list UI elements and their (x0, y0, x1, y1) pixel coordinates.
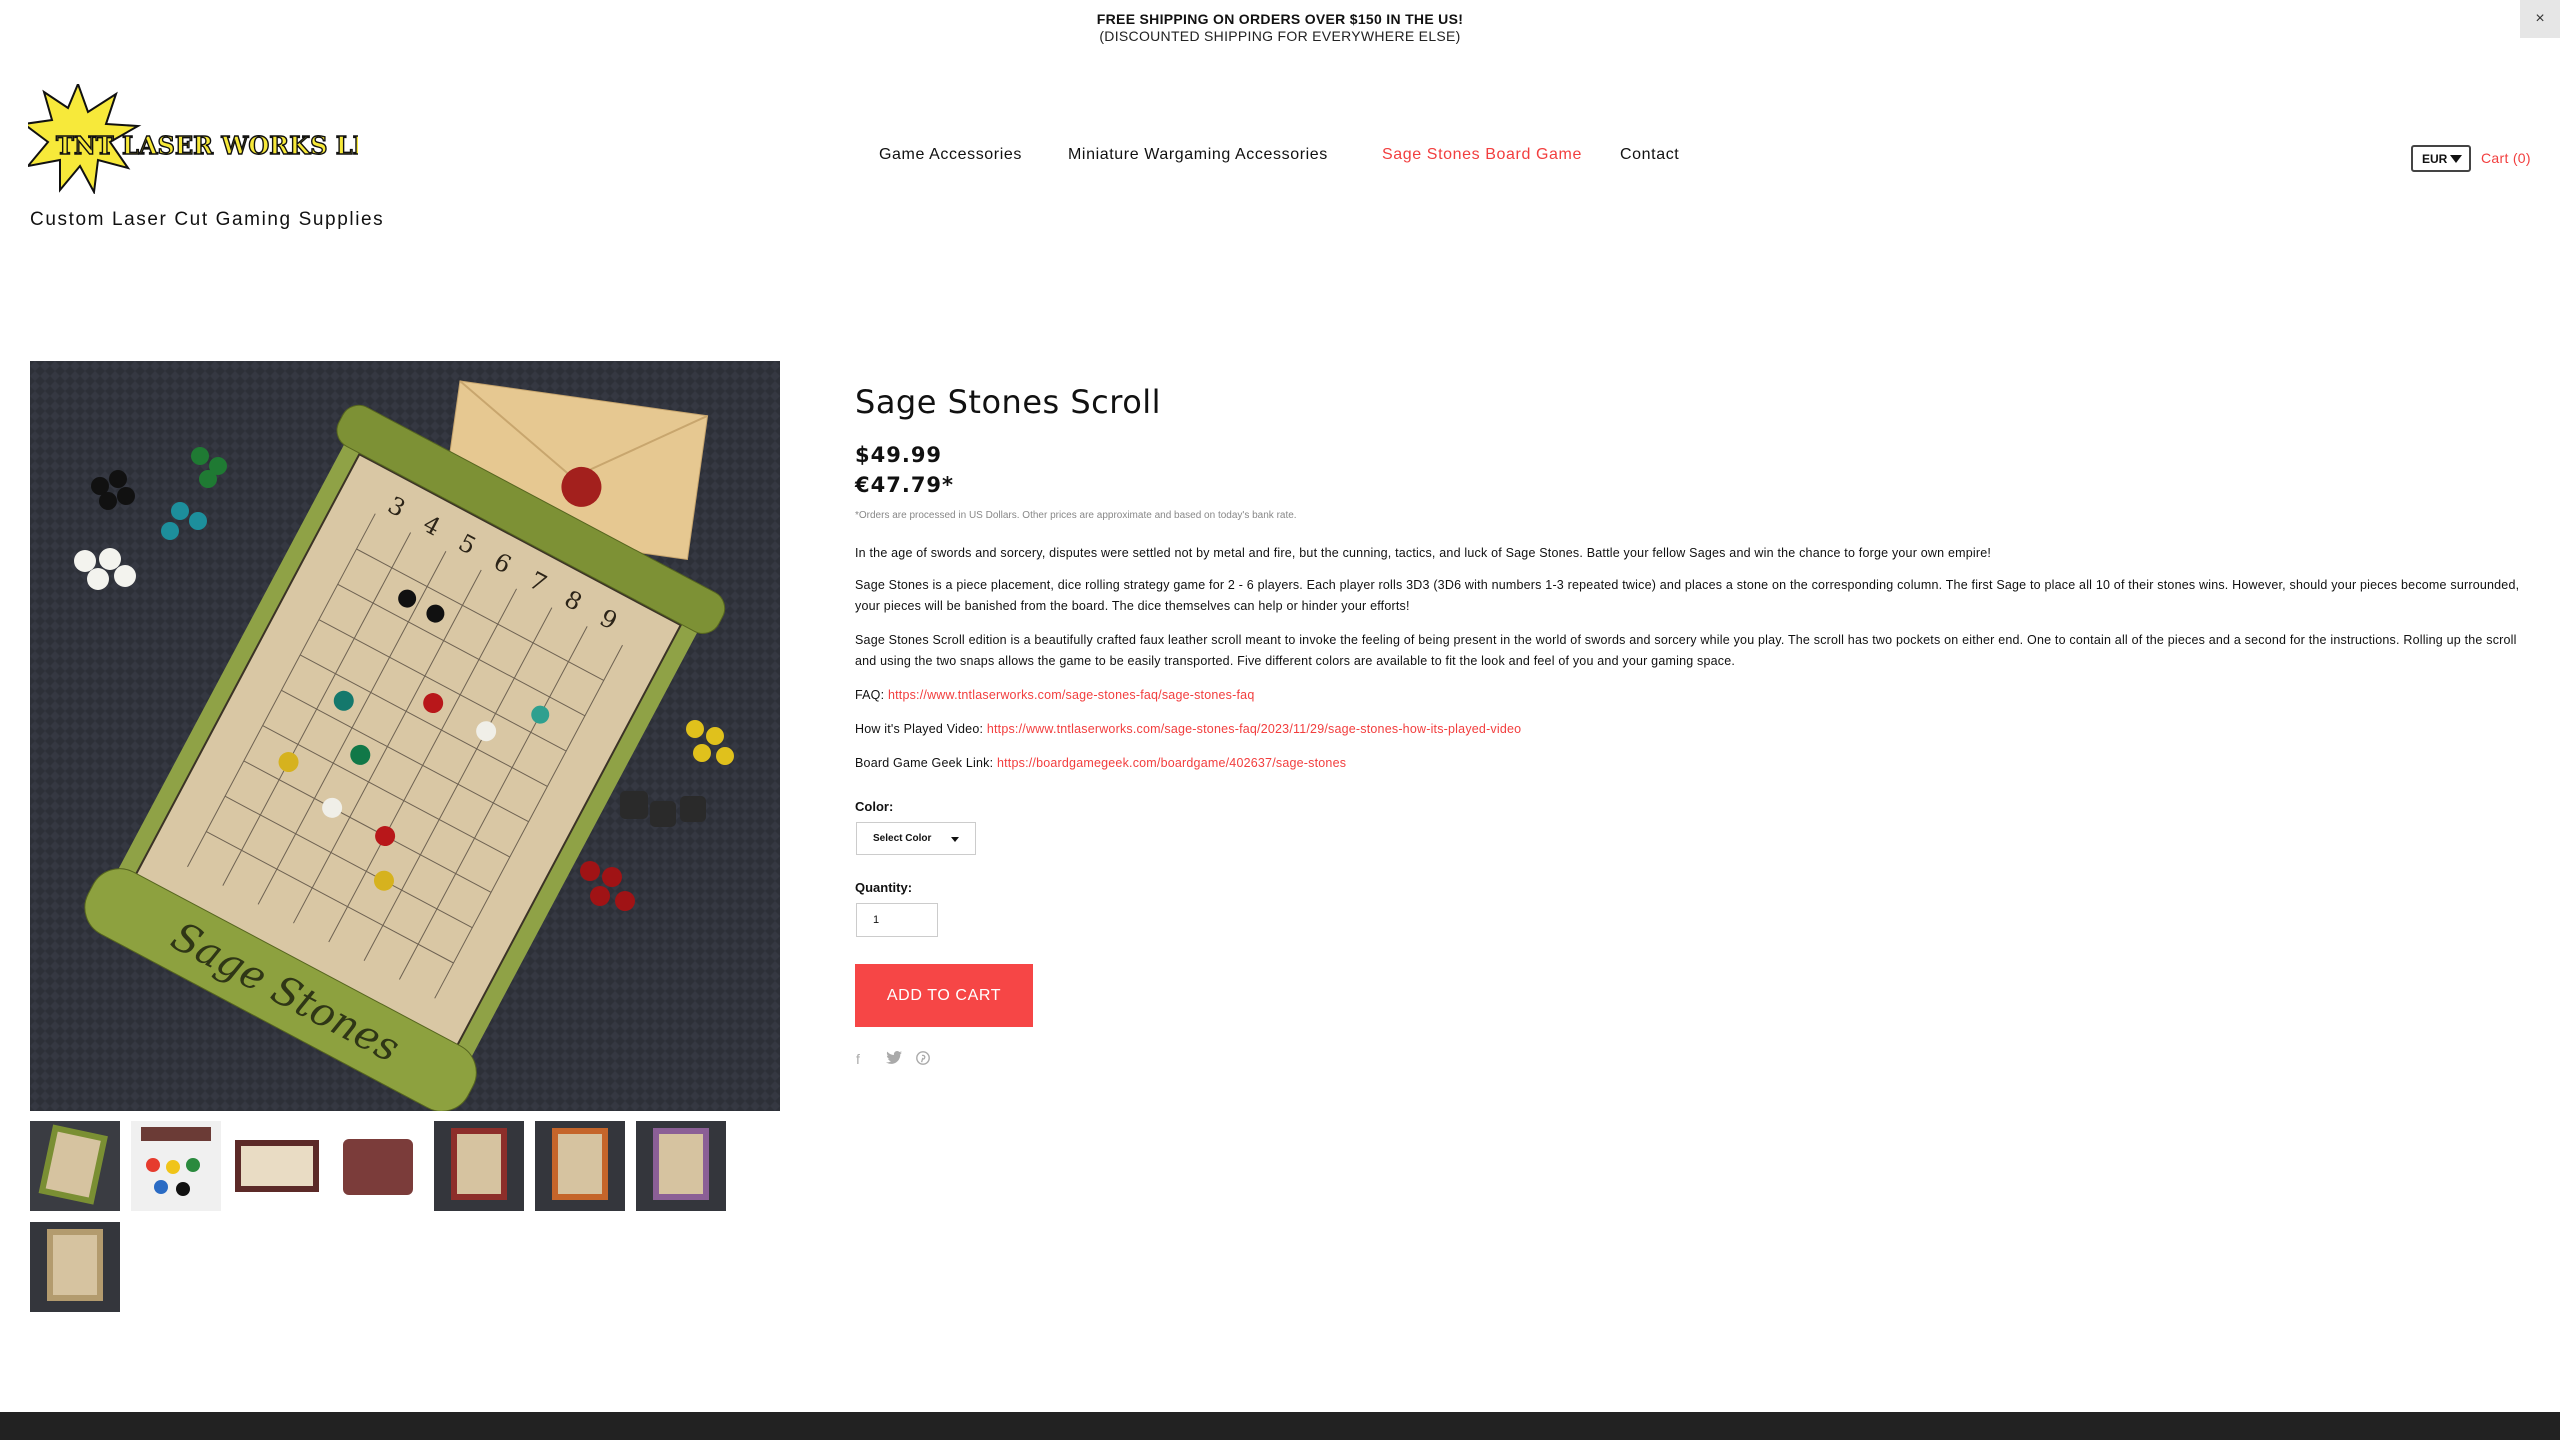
cart-link[interactable]: Cart (0) (2481, 150, 2531, 166)
announcement-line-2: (DISCOUNTED SHIPPING FOR EVERYWHERE ELSE… (1099, 28, 1461, 44)
twitter-icon[interactable] (886, 1051, 902, 1067)
caret-down-icon (2450, 155, 2462, 163)
thumbnail[interactable] (333, 1121, 423, 1211)
pinterest-icon[interactable] (916, 1051, 930, 1068)
nav-sage-stones[interactable]: Sage Stones Board Game (1382, 146, 1582, 164)
color-select-value: Select Color (873, 833, 932, 844)
thumbnail[interactable] (434, 1121, 524, 1211)
nav-game-accessories[interactable]: Game Accessories (879, 146, 1022, 164)
video-line: How it's Played Video: https://www.tntla… (855, 719, 2535, 740)
nav-miniature-wargaming[interactable]: Miniature Wargaming Accessories (1068, 146, 1328, 164)
facebook-icon[interactable]: f (856, 1051, 860, 1067)
product-rules: Sage Stones is a piece placement, dice r… (855, 578, 2520, 613)
quantity-label: Quantity: (855, 880, 913, 895)
site-tagline: Custom Laser Cut Gaming Supplies (30, 209, 385, 230)
bgg-label: Board Game Geek Link: (855, 756, 997, 770)
video-label: How it's Played Video: (855, 722, 987, 736)
price-usd: $49.99 (855, 443, 943, 467)
product-title: Sage Stones Scroll (855, 383, 1162, 421)
thumbnail[interactable] (232, 1121, 322, 1211)
thumbnail[interactable] (30, 1222, 120, 1312)
currency-select[interactable]: EUR (2411, 145, 2471, 172)
price-disclaimer: *Orders are processed in US Dollars. Oth… (855, 510, 1297, 521)
product-intro: In the age of swords and sorcery, disput… (855, 546, 1992, 560)
thumbnail[interactable] (30, 1121, 120, 1211)
site-logo[interactable]: TNT LASER WORKS LLC (21, 81, 389, 196)
add-to-cart-button[interactable]: ADD TO CART (855, 964, 1033, 1027)
starburst-logo-icon: TNT LASER WORKS LLC (21, 81, 389, 196)
announcement-bar: FREE SHIPPING ON ORDERS OVER $150 IN THE… (0, 0, 2560, 60)
close-icon[interactable]: × (2520, 0, 2560, 38)
video-link[interactable]: https://www.tntlaserworks.com/sage-stone… (987, 722, 1522, 736)
bgg-link[interactable]: https://boardgamegeek.com/boardgame/4026… (997, 756, 1346, 770)
currency-value: EUR (2422, 152, 2448, 166)
faq-line: FAQ: https://www.tntlaserworks.com/sage-… (855, 685, 2535, 706)
thumbnail[interactable] (131, 1121, 221, 1211)
color-select[interactable]: Select Color (856, 822, 976, 855)
faq-link[interactable]: https://www.tntlaserworks.com/sage-stone… (888, 688, 1255, 702)
thumbnail[interactable] (636, 1121, 726, 1211)
price-eur: €47.79* (855, 473, 955, 497)
nav-contact[interactable]: Contact (1620, 146, 1679, 164)
product-scroll-description: Sage Stones Scroll edition is a beautifu… (855, 633, 2517, 668)
main-nav: Game Accessories Miniature Wargaming Acc… (0, 146, 2560, 170)
product-photo: 3 4 5 6 7 8 9 Sage Stones (30, 361, 780, 1111)
site-footer (0, 1412, 2560, 1440)
thumbnail[interactable] (535, 1121, 625, 1211)
quantity-input[interactable]: 1 (856, 903, 938, 937)
faq-label: FAQ: (855, 688, 888, 702)
bgg-line: Board Game Geek Link: https://boardgameg… (855, 753, 2535, 774)
color-label: Color: (855, 799, 894, 814)
caret-down-icon (951, 837, 959, 842)
product-main-image[interactable]: 3 4 5 6 7 8 9 Sage Stones (30, 361, 780, 1111)
announcement-line-1: FREE SHIPPING ON ORDERS OVER $150 IN THE… (1096, 11, 1464, 27)
